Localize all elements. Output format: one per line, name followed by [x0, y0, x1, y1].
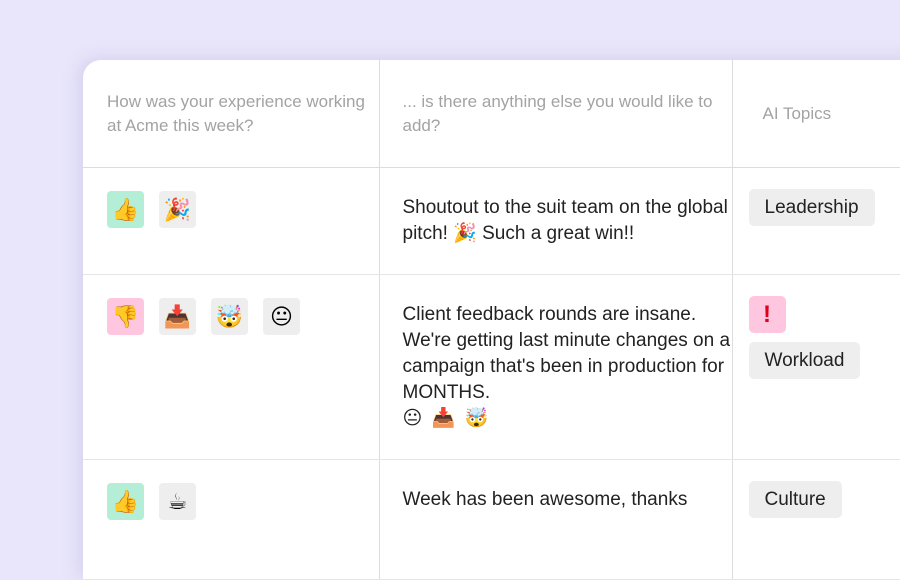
header-row: How was your experience working at Acme … [83, 60, 900, 168]
alert-icon: ! [748, 296, 786, 333]
topic-tag[interactable]: Leadership [748, 189, 875, 226]
comment-text: Shoutout to the suit team on the global … [402, 197, 728, 244]
column-header-additional[interactable]: ... is there anything else you would lik… [378, 60, 732, 168]
topics-cell: Leadership [731, 167, 900, 275]
thumbs-up-icon: 👍 [107, 483, 144, 520]
inbox-tray-icon: 📥 [159, 298, 196, 335]
topic-tag[interactable]: Workload [748, 342, 861, 379]
coffee-icon: ☕ [159, 483, 196, 520]
table-row[interactable]: 👍 🎉 Shoutout to the suit team on the globa… [83, 167, 900, 275]
exploding-head-icon: 🤯 [211, 298, 248, 335]
neutral-face-icon: 😐 [263, 298, 300, 335]
topic-tag[interactable]: Culture [748, 481, 842, 518]
reactions-cell: 👍 🎉 [83, 167, 379, 275]
column-header-topics[interactable]: AI Topics [731, 60, 900, 168]
survey-results-card: How was your experience working at Acme … [83, 60, 900, 580]
comment-emojis: 😐 📥 🤯 [402, 408, 491, 429]
party-popper-icon: 🎉 [159, 191, 196, 228]
reactions-cell: 👎 📥 🤯 😐 [83, 274, 379, 460]
comment-text: Week has been awesome, thanks [402, 489, 688, 510]
topics-cell: ! Workload [731, 274, 900, 460]
comment-cell: Client feedback rounds are insane. We're… [378, 274, 732, 460]
comment-text: Client feedback rounds are insane. We're… [402, 304, 731, 403]
comment-cell: Shoutout to the suit team on the global … [378, 167, 732, 275]
column-header-experience[interactable]: How was your experience working at Acme … [83, 60, 379, 168]
responses-table: How was your experience working at Acme … [83, 60, 900, 580]
thumbs-down-icon: 👎 [107, 298, 144, 335]
thumbs-up-icon: 👍 [107, 191, 144, 228]
table-row[interactable]: 👎 📥 🤯 😐 Client feedback rounds are insane. W… [83, 274, 900, 460]
